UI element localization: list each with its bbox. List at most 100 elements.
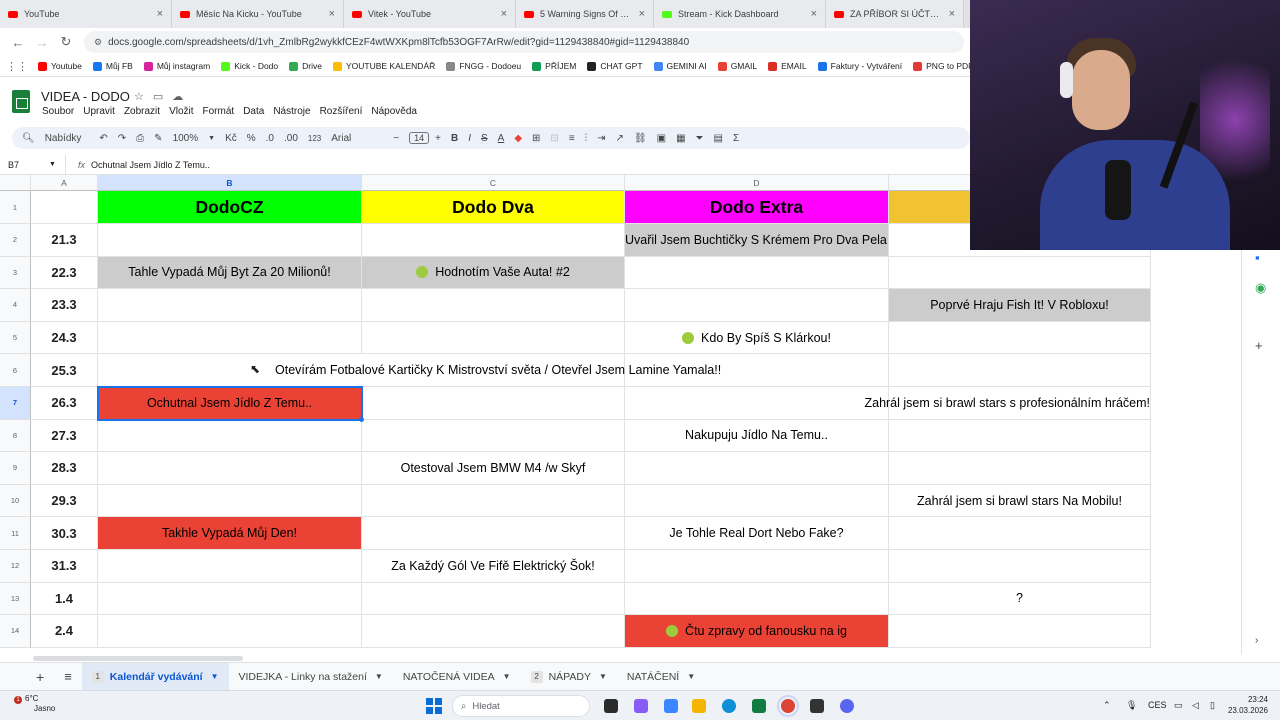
copilot-icon[interactable] xyxy=(634,699,648,713)
bookmark[interactable]: CHAT GPT xyxy=(587,61,643,71)
edge-icon[interactable] xyxy=(722,699,736,713)
bookmark[interactable]: GEMINI AI xyxy=(653,61,707,71)
bookmark[interactable]: PNG to PDF xyxy=(913,61,970,71)
cell-a4[interactable]: 23.3 xyxy=(31,289,98,322)
cell-b7[interactable]: Ochutnal Jsem Jídlo Z Temu.. xyxy=(97,386,364,422)
menu-item[interactable]: Soubor xyxy=(42,106,74,117)
sheets-logo-icon[interactable] xyxy=(12,90,30,113)
sheet-tab-natocena[interactable]: NATOČENÁ VIDEA ▼ xyxy=(393,663,521,690)
cell-e7[interactable]: Zahrál jsem si brawl stars s profesionál… xyxy=(864,387,1151,420)
cell-b6[interactable]: Otevírám Fotbalové Kartičky K Mistrovstv… xyxy=(98,354,721,387)
cell-d10[interactable] xyxy=(625,484,889,518)
cell-d3[interactable] xyxy=(625,256,889,290)
menu-item[interactable]: Vložit xyxy=(169,106,193,117)
cell-d13[interactable] xyxy=(625,582,889,616)
zoom-select[interactable]: 100% xyxy=(173,133,199,144)
cell-a5[interactable]: 24.3 xyxy=(31,321,98,355)
header-dodocz[interactable]: DodoCZ xyxy=(98,191,362,224)
sheet-tab-napady[interactable]: 2 NÁPADY ▼ xyxy=(521,663,617,690)
cell-b12[interactable] xyxy=(98,550,362,583)
cell-a3[interactable]: 22.3 xyxy=(31,256,98,290)
chart-icon[interactable]: ▦ xyxy=(676,133,685,144)
undo-icon[interactable]: ↶ xyxy=(99,133,107,144)
bookmark[interactable]: FNGG - Dodoeu xyxy=(446,61,521,71)
browser-tab-6[interactable]: ZA PŘÍBOR SI ÚČTUJÍ 150KČ?! ... × xyxy=(826,0,964,28)
menu-item[interactable]: Formát xyxy=(203,106,235,117)
language-indicator[interactable]: CES xyxy=(1148,700,1167,710)
cell-b8[interactable] xyxy=(98,419,362,453)
chevron-down-icon[interactable]: ▼ xyxy=(208,135,215,142)
align-horizontal-icon[interactable]: ≡ xyxy=(569,133,575,144)
bookmark[interactable]: PŘÍJEM xyxy=(532,61,576,71)
strikethrough-icon[interactable]: S xyxy=(481,133,488,144)
cell-a9[interactable]: 28.3 xyxy=(31,452,98,485)
cell-b14[interactable] xyxy=(98,615,362,648)
align-vertical-icon[interactable]: ⫶ xyxy=(585,133,588,144)
cell-a1[interactable] xyxy=(31,191,98,224)
cell-c11[interactable] xyxy=(362,517,625,550)
terminal-icon[interactable] xyxy=(810,699,824,713)
bookmark[interactable]: GMAIL xyxy=(717,61,757,71)
search-icon[interactable]: 🔍︎ xyxy=(22,133,35,144)
cell-e4[interactable]: Poprvé Hraju Fish It! V Robloxu! xyxy=(889,289,1151,322)
cell-b9[interactable] xyxy=(98,452,362,485)
windows-start-icon[interactable] xyxy=(426,698,442,714)
system-clock[interactable]: 23:24 23.03.2026 xyxy=(1228,694,1268,716)
percent-button[interactable]: % xyxy=(247,133,256,144)
header-dodo-dva[interactable]: Dodo Dva xyxy=(362,191,625,224)
row-header[interactable]: 8 xyxy=(0,419,31,453)
font-size-plus-icon[interactable]: + xyxy=(435,133,441,144)
font-size-minus-icon[interactable]: − xyxy=(393,133,399,144)
cell-b4[interactable] xyxy=(98,289,362,322)
bold-icon[interactable]: B xyxy=(451,133,458,144)
bookmark[interactable]: Můj FB xyxy=(92,61,133,71)
cell-c13[interactable] xyxy=(362,582,625,616)
filter-views-icon[interactable]: ▤ xyxy=(714,133,723,144)
select-all-corner[interactable] xyxy=(0,175,31,191)
chevron-down-icon[interactable]: ▼ xyxy=(687,672,695,681)
cell-b11[interactable]: Takhle Vypadá Můj Den! xyxy=(98,517,362,550)
add-sheet-icon[interactable]: + xyxy=(0,663,54,690)
bookmark[interactable]: EMAIL xyxy=(768,61,807,71)
browser-tab-2[interactable]: Měsíc Na Kicku - YouTube × xyxy=(172,0,344,28)
browser-tab-5[interactable]: Stream - Kick Dashboard × xyxy=(654,0,826,28)
folder-icon[interactable]: ▭ xyxy=(153,91,172,103)
bookmark[interactable]: Můj instagram xyxy=(143,61,210,71)
header-dodo-extra[interactable]: Dodo Extra xyxy=(625,191,889,224)
reload-icon[interactable]: ↻ xyxy=(54,34,78,50)
browser-tab-3[interactable]: Vitek - YouTube × xyxy=(344,0,516,28)
chevron-down-icon[interactable]: ▼ xyxy=(503,672,511,681)
cell-c4[interactable] xyxy=(362,289,625,322)
discord-icon[interactable] xyxy=(840,699,854,713)
cell-c7[interactable] xyxy=(362,387,625,420)
cell-a12[interactable]: 31.3 xyxy=(31,550,98,583)
chrome-icon[interactable] xyxy=(777,695,799,717)
row-header[interactable]: 2 xyxy=(0,224,31,257)
weather-widget[interactable]: 1 6°C Jasno xyxy=(14,694,55,714)
cell-d12[interactable] xyxy=(625,550,889,583)
close-icon[interactable]: × xyxy=(501,8,507,20)
name-box[interactable]: B7 ▼ xyxy=(0,155,66,174)
cell-a13[interactable]: 1.4 xyxy=(31,582,98,616)
chevron-down-icon[interactable]: ▼ xyxy=(211,672,219,681)
row-header[interactable]: 5 xyxy=(0,321,31,355)
menu-item[interactable]: Nápověda xyxy=(371,106,417,117)
url-input[interactable]: ⚙ docs.google.com/spreadsheets/d/1vh_Zmlb… xyxy=(84,31,964,53)
fill-color-icon[interactable]: ◆ xyxy=(514,133,522,144)
cell-e6[interactable] xyxy=(889,354,1151,387)
text-rotation-icon[interactable]: ↗ xyxy=(616,133,624,144)
row-header[interactable]: 11 xyxy=(0,517,31,550)
cell-a7[interactable]: 26.3 xyxy=(31,387,98,420)
cloud-icon[interactable]: ☁ xyxy=(172,91,192,103)
redo-icon[interactable]: ↷ xyxy=(118,133,126,144)
cell-a14[interactable]: 2.4 xyxy=(31,615,98,648)
all-sheets-icon[interactable]: ≡ xyxy=(54,663,82,690)
cell-d5[interactable]: Kdo By Spíš S Klárkou! xyxy=(625,321,889,355)
row-header[interactable]: 3 xyxy=(0,256,31,290)
borders-icon[interactable]: ⊞ xyxy=(532,133,540,144)
cell-e11[interactable] xyxy=(889,517,1151,550)
cell-e14[interactable] xyxy=(889,615,1151,648)
cell-a10[interactable]: 29.3 xyxy=(31,484,98,518)
row-header[interactable]: 12 xyxy=(0,550,31,583)
sheet-tab-kalendar[interactable]: 1 Kalendář vydávání ▼ xyxy=(81,663,229,690)
